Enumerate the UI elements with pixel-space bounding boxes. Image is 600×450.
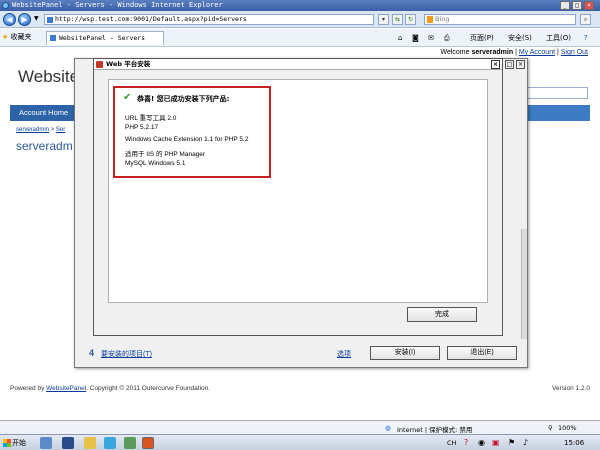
success-highlight-box: ✔ 恭喜! 您已成功安装下列产品: URL 重写工具 2.0 PHP 5.2.1…: [113, 86, 271, 178]
success-heading: 恭喜! 您已成功安装下列产品:: [137, 95, 230, 103]
outer-maximize-button[interactable]: □: [505, 60, 514, 69]
powershell-icon[interactable]: [62, 437, 74, 449]
browser-tab[interactable]: WebsitePanel - Servers: [46, 31, 164, 45]
sign-out-link[interactable]: Sign Out: [561, 49, 588, 56]
breadcrumb-home[interactable]: serveradmin: [16, 127, 49, 133]
dialog-content: ✔ 恭喜! 您已成功安装下列产品: URL 重写工具 2.0 PHP 5.2.1…: [108, 79, 488, 303]
favorites-bar: ★ 收藏夹 WebsitePanel - Servers ⌂ ◙ ✉ ⎙ 页面(…: [0, 29, 600, 47]
menu-account-home[interactable]: Account Home: [10, 105, 78, 121]
version-label: Version 1.2.0: [552, 385, 590, 392]
status-bar: ◍ Internet | 保护模式: 禁用 ⚲ 100%: [0, 420, 600, 434]
star-icon: ★: [2, 33, 9, 41]
breadcrumb-servers[interactable]: Ser: [56, 127, 65, 133]
mail-icon[interactable]: ✉: [428, 32, 434, 44]
favorites-label: 收藏夹: [10, 33, 32, 41]
maximize-button[interactable]: □: [572, 1, 582, 10]
ie-taskbar-icon[interactable]: [104, 437, 116, 449]
safety-menu[interactable]: 安全(S): [508, 32, 532, 44]
options-link[interactable]: 选项: [337, 349, 351, 359]
install-complete-dialog: Web 平台安装 × ✔ 恭喜! 您已成功安装下列产品: URL 重写工具 2.…: [93, 58, 503, 336]
page-search-input[interactable]: [522, 87, 588, 99]
address-bar[interactable]: http://wsp.test.com:9001/Default.aspx?pi…: [44, 14, 374, 25]
exit-button[interactable]: 退出(E): [447, 346, 517, 360]
refresh-icon[interactable]: ↻: [405, 14, 416, 25]
page-title: serveradm: [16, 139, 73, 153]
action-center-icon[interactable]: ⚑: [508, 438, 515, 447]
window-titlebar: WebsitePanel - Servers - Windows Interne…: [0, 0, 600, 11]
volume-icon[interactable]: ♪: [523, 438, 528, 447]
dialog-close-button[interactable]: ×: [491, 60, 500, 69]
site-logo[interactable]: Website: [18, 67, 79, 87]
step-count: 4: [89, 348, 95, 358]
outer-close-button[interactable]: ×: [516, 60, 525, 69]
welcome-text: Welcome: [440, 49, 470, 56]
product-item: MySQL Windows 5.1: [125, 160, 186, 167]
zoom-level[interactable]: 100%: [558, 424, 577, 432]
page-icon: [50, 35, 56, 41]
address-text: http://wsp.test.com:9001/Default.aspx?pi…: [55, 15, 247, 23]
my-account-link[interactable]: My Account: [519, 49, 555, 56]
ie-logo-icon: [2, 2, 9, 9]
app-taskbar-icon[interactable]: [124, 437, 136, 449]
window-title: WebsitePanel - Servers - Windows Interne…: [12, 1, 223, 9]
checkmark-icon: ✔: [123, 92, 132, 103]
product-item: PHP 5.2.17: [125, 124, 159, 131]
tools-menu[interactable]: 工具(O): [546, 32, 571, 44]
username: serveradmin: [471, 49, 514, 56]
web-pi-icon: [96, 61, 103, 68]
product-item: 适用于 IIS 的 PHP Manager: [125, 151, 206, 158]
tab-title: WebsitePanel - Servers: [59, 34, 146, 42]
taskbar: 开始 CH ? ◉ ▣ ⚑ ♪ 15:06: [0, 434, 600, 450]
windows-logo-icon: [3, 439, 11, 447]
search-go-icon[interactable]: ⌕: [580, 14, 591, 25]
search-placeholder: Bing: [435, 15, 450, 23]
bing-icon: [427, 16, 433, 23]
footer-prefix: Powered by: [10, 385, 45, 392]
breadcrumb: serveradmin > Ser: [16, 127, 66, 133]
feeds-icon[interactable]: ◙: [412, 32, 419, 44]
server-manager-icon[interactable]: [40, 437, 52, 449]
page-icon: [47, 17, 53, 23]
start-label: 开始: [12, 439, 26, 447]
clock[interactable]: 15:06: [564, 439, 584, 447]
help-tray-icon[interactable]: ?: [464, 438, 468, 447]
footer-copyright: . Copyright © 2011 Outercurve Foundation…: [86, 385, 211, 392]
items-to-install-link[interactable]: 要安装的项目(T): [101, 349, 152, 359]
navigation-bar: ◀ ▶ ▼ http://wsp.test.com:9001/Default.a…: [0, 11, 600, 28]
address-dropdown-icon[interactable]: ▾: [378, 14, 389, 25]
help-icon[interactable]: ?: [584, 32, 588, 44]
minimize-button[interactable]: _: [560, 1, 570, 10]
product-item: Windows Cache Extension 1.1 for PHP 5.2: [125, 136, 249, 143]
page-footer: Powered by WebsitePanel. Copyright © 201…: [10, 385, 210, 392]
compatibility-icon[interactable]: ⇆: [392, 14, 403, 25]
globe-icon: ◍: [385, 424, 391, 432]
favorites-button[interactable]: ★ 收藏夹: [2, 32, 32, 43]
zoom-icon: ⚲: [548, 424, 553, 432]
welcome-bar: Welcome serveradmin | My Account | Sign …: [440, 49, 588, 56]
start-button[interactable]: 开始: [1, 436, 33, 450]
footer-link[interactable]: WebsitePanel: [46, 385, 86, 392]
web-pi-taskbar-icon[interactable]: [142, 437, 154, 449]
page-menu[interactable]: 页面(P): [470, 32, 494, 44]
tray-icon[interactable]: ◉: [478, 438, 485, 447]
language-indicator[interactable]: CH: [447, 439, 456, 447]
close-button[interactable]: ×: [584, 1, 594, 10]
product-item: URL 重写工具 2.0: [125, 115, 177, 122]
outer-dialog-footer: 4 要安装的项目(T) 选项 安装(I) 退出(E): [75, 341, 527, 367]
forward-icon[interactable]: ▶: [18, 13, 31, 26]
explorer-icon[interactable]: [84, 437, 96, 449]
dialog-title: Web 平台安装: [106, 60, 151, 68]
dialog-titlebar: Web 平台安装 ×: [94, 59, 502, 70]
history-dropdown-icon[interactable]: ▼: [34, 15, 39, 22]
home-icon[interactable]: ⌂: [398, 32, 402, 44]
search-box[interactable]: Bing: [424, 14, 576, 25]
back-icon[interactable]: ◀: [3, 13, 16, 26]
finish-button[interactable]: 完成: [407, 307, 477, 322]
network-tray-icon[interactable]: ▣: [492, 438, 500, 447]
security-zone[interactable]: Internet | 保护模式: 禁用: [397, 424, 472, 434]
print-icon[interactable]: ⎙: [444, 32, 450, 44]
install-button[interactable]: 安装(I): [370, 346, 440, 360]
outer-scrollbar[interactable]: [521, 229, 527, 339]
